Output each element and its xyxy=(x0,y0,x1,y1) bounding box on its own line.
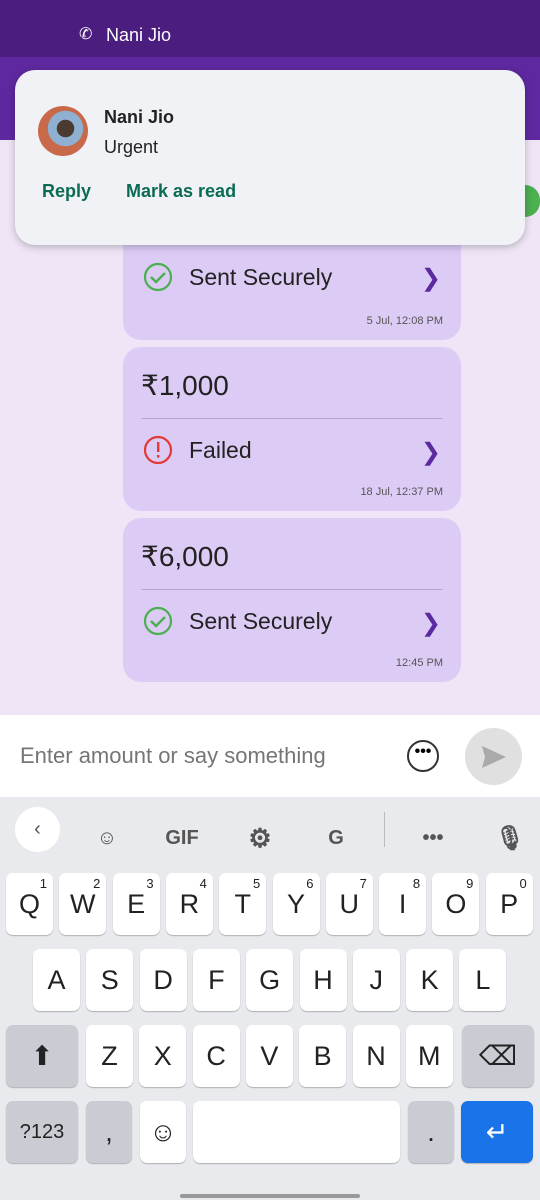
key-d[interactable]: D xyxy=(139,949,187,1011)
key-f[interactable]: F xyxy=(192,949,240,1011)
key-q[interactable]: Q1 xyxy=(6,873,53,935)
key-b[interactable]: B xyxy=(299,1025,347,1087)
key-h[interactable]: H xyxy=(299,949,347,1011)
message-input[interactable] xyxy=(20,735,390,777)
message-status: Failed xyxy=(143,435,252,465)
key-v[interactable]: V xyxy=(245,1025,293,1087)
key-k[interactable]: K xyxy=(406,949,454,1011)
message-status: Sent Securely xyxy=(143,262,332,292)
key-c[interactable]: C xyxy=(192,1025,240,1087)
amount: ₹1,000 xyxy=(141,370,229,401)
key-l[interactable]: L xyxy=(459,949,507,1011)
key-o[interactable]: O9 xyxy=(432,873,480,935)
key-i[interactable]: I8 xyxy=(379,873,427,935)
collapse-toolbar-button[interactable]: ‹ xyxy=(15,807,60,852)
whatsapp-icon: ✆ xyxy=(79,26,93,43)
settings-icon[interactable]: ⚙ xyxy=(235,815,285,861)
symbols-key[interactable]: ?123 xyxy=(6,1101,78,1163)
message-bubble[interactable]: ₹6,000 Sent Securely ❯ 12:45 PM xyxy=(123,518,461,682)
keyboard: ‹ ☺ GIF ⚙ G ••• 🎙 Q1W2E3R4T5Y6U7I8O9P0 AS… xyxy=(0,797,540,1200)
key-s[interactable]: S xyxy=(86,949,134,1011)
amount: ₹6,000 xyxy=(141,541,229,572)
key-z[interactable]: Z xyxy=(86,1025,133,1087)
chevron-right-icon[interactable]: ❯ xyxy=(421,438,441,467)
chevron-right-icon[interactable]: ❯ xyxy=(421,609,441,638)
key-m[interactable]: M xyxy=(405,1025,453,1087)
key-w[interactable]: W2 xyxy=(59,873,107,935)
shift-key[interactable]: ⬆ xyxy=(6,1025,78,1087)
key-y[interactable]: Y6 xyxy=(272,873,320,935)
key-r[interactable]: R4 xyxy=(165,873,213,935)
key-e[interactable]: E3 xyxy=(112,873,160,935)
key-p[interactable]: P0 xyxy=(485,873,533,935)
check-circle-icon xyxy=(143,262,173,292)
more-icon[interactable]: ••• xyxy=(408,815,458,861)
key-t[interactable]: T5 xyxy=(219,873,267,935)
mark-as-read-button[interactable]: Mark as read xyxy=(126,181,236,202)
key-j[interactable]: J xyxy=(352,949,400,1011)
key-g[interactable]: G xyxy=(246,949,294,1011)
send-button[interactable] xyxy=(465,728,522,785)
chevron-right-icon[interactable]: ❯ xyxy=(421,264,441,293)
space-key[interactable] xyxy=(193,1101,400,1163)
comma-key[interactable]: , xyxy=(86,1101,132,1163)
emoji-key[interactable]: ☺ xyxy=(140,1101,186,1163)
message-bubble[interactable]: ₹1,000 Failed ❯ 18 Jul, 12:37 PM xyxy=(123,347,461,511)
home-indicator xyxy=(180,1194,360,1198)
reply-button[interactable]: Reply xyxy=(42,181,91,202)
translate-icon[interactable]: G xyxy=(311,815,361,861)
period-key[interactable]: . xyxy=(408,1101,454,1163)
error-icon xyxy=(143,435,173,465)
backspace-key[interactable]: ⌫ xyxy=(462,1025,534,1087)
enter-key[interactable]: ↵ xyxy=(461,1101,533,1163)
status-notification-title: Nani Jio xyxy=(106,25,172,45)
check-circle-icon xyxy=(143,606,173,636)
status-bar: ✆ Nani Jio xyxy=(0,0,540,57)
microphone-icon[interactable]: 🎙 xyxy=(485,815,535,861)
key-n[interactable]: N xyxy=(352,1025,400,1087)
sticker-icon[interactable]: ☺ xyxy=(82,815,132,861)
key-u[interactable]: U7 xyxy=(325,873,373,935)
more-options-icon[interactable]: ••• xyxy=(407,740,439,772)
avatar xyxy=(38,106,88,156)
message-status: Sent Securely xyxy=(143,606,332,636)
key-x[interactable]: X xyxy=(139,1025,187,1087)
input-bar: ••• xyxy=(0,715,540,797)
gif-button[interactable]: GIF xyxy=(157,815,207,861)
key-a[interactable]: A xyxy=(33,949,80,1011)
send-icon xyxy=(482,746,506,768)
toolbar-divider xyxy=(384,812,385,847)
notification-popup[interactable]: Nani Jio Urgent Reply Mark as read xyxy=(15,70,525,245)
